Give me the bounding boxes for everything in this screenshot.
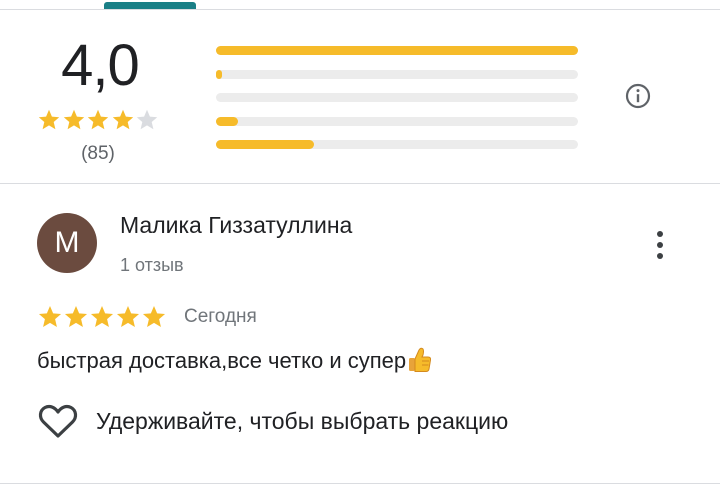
more-vert-icon xyxy=(657,231,663,259)
star-empty-icon xyxy=(136,109,158,130)
reaction-button[interactable]: Удерживайте, чтобы выбрать реакцию xyxy=(37,402,508,440)
distribution-bar-fill xyxy=(216,69,222,79)
rating-distribution xyxy=(216,46,578,164)
divider xyxy=(0,183,720,184)
star-filled-icon xyxy=(116,305,140,327)
star-filled-icon xyxy=(142,305,166,327)
star-filled-icon xyxy=(38,109,60,130)
rating-score: 4,0 xyxy=(61,33,140,98)
heart-outline-icon xyxy=(38,404,78,438)
review-text: быстрая доставка,все четко и супер xyxy=(37,346,432,374)
star-filled-icon xyxy=(90,305,114,327)
star-filled-icon xyxy=(64,305,88,327)
distribution-bar-1-stars xyxy=(216,140,578,149)
review-author[interactable]: Малика Гиззатуллина xyxy=(120,212,352,239)
distribution-bar-fill xyxy=(216,140,314,149)
distribution-bar-4-stars xyxy=(216,69,578,79)
active-tab-indicator xyxy=(104,2,196,9)
star-filled-icon xyxy=(87,109,109,130)
review-author-meta: 1 отзыв xyxy=(120,255,184,275)
star-filled-icon xyxy=(112,109,133,130)
info-button[interactable] xyxy=(624,82,652,110)
review-date: Сегодня xyxy=(184,306,257,327)
summary-stars xyxy=(37,108,161,134)
distribution-bar-3-stars xyxy=(216,93,578,102)
distribution-bar-fill xyxy=(216,46,578,55)
divider xyxy=(0,9,720,10)
info-icon xyxy=(625,83,651,109)
distribution-bar-fill xyxy=(216,116,238,126)
divider xyxy=(0,483,720,484)
review-stars xyxy=(37,304,167,330)
more-options-button[interactable] xyxy=(646,228,674,262)
review-count: (85) xyxy=(81,143,115,164)
distribution-bar-5-stars xyxy=(216,46,578,55)
reaction-label: Удерживайте, чтобы выбрать реакцию xyxy=(96,407,509,434)
star-filled-icon xyxy=(63,109,84,130)
thumbs-up-icon xyxy=(409,347,432,372)
review-text-content: быстрая доставка,все четко и супер xyxy=(37,348,407,373)
avatar[interactable]: M xyxy=(37,213,97,273)
star-filled-icon xyxy=(38,305,62,327)
distribution-bar-2-stars xyxy=(216,116,578,126)
